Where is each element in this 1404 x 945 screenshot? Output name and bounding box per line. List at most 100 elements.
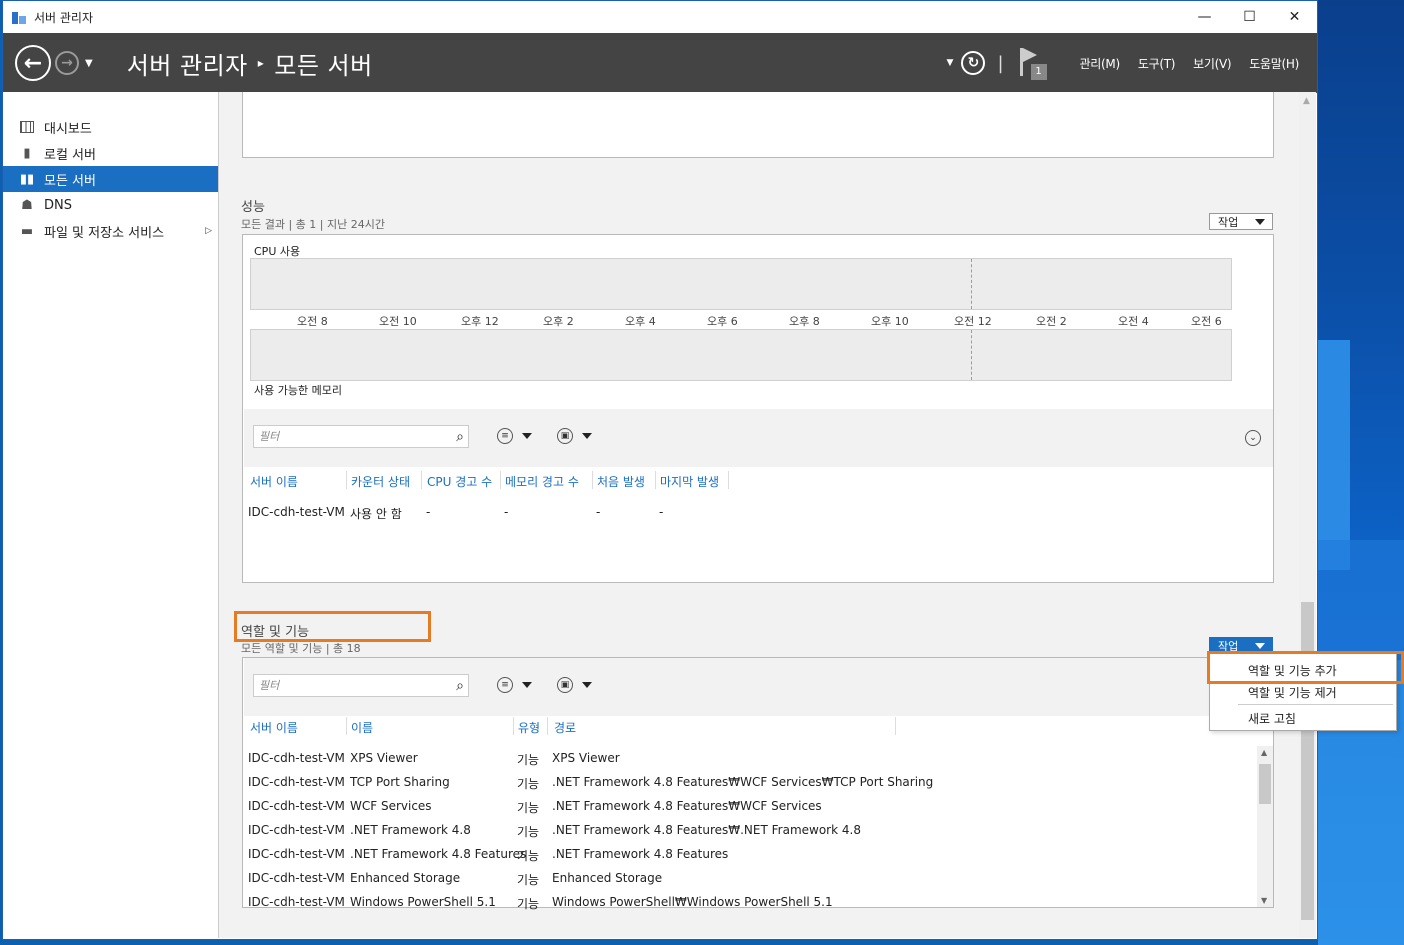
scrollbar-thumb[interactable] xyxy=(1301,602,1314,920)
sidebar-item-local-server[interactable]: ▮ 로컬 서버 xyxy=(3,140,218,166)
search-icon[interactable]: ⌕ xyxy=(456,676,464,697)
save-query-icon[interactable]: ▣ xyxy=(557,428,573,444)
cell-server: IDC-cdh-test-VM xyxy=(248,775,345,789)
list-options-icon[interactable]: ≡ xyxy=(497,677,513,693)
arrow-right-icon: → xyxy=(61,55,73,71)
save-query-icon[interactable]: ▣ xyxy=(557,677,573,693)
desktop-background xyxy=(1318,0,1404,945)
sidebar-item-dns[interactable]: ☗ DNS xyxy=(3,192,218,218)
column-header[interactable]: 서버 이름 xyxy=(250,719,298,736)
scroll-up-icon[interactable]: ▲ xyxy=(1261,748,1267,757)
cell-cpu: - xyxy=(426,505,431,519)
server-manager-app-icon xyxy=(12,10,26,24)
expand-toggle-icon[interactable]: ⌄ xyxy=(1245,430,1261,446)
maximize-button[interactable]: ☐ xyxy=(1227,1,1272,33)
column-header[interactable]: 카운터 상태 xyxy=(351,473,410,490)
cell-name: .NET Framework 4.8 Features xyxy=(350,847,527,861)
chevron-down-icon[interactable] xyxy=(582,433,592,439)
roles-filter-input[interactable]: 필터 ⌕ xyxy=(253,674,469,697)
main-scrollbar[interactable]: ▲ xyxy=(1299,92,1316,938)
menu-help[interactable]: 도움말(H) xyxy=(1249,55,1299,72)
sidebar-item-label: 파일 및 저장소 서비스 xyxy=(44,225,165,241)
cell-type: 기능 xyxy=(517,801,540,815)
performance-panel: CPU 사용 오전 8 오전 10 오후 12 오후 2 오후 4 오후 6 오… xyxy=(242,234,1274,583)
chevron-down-icon[interactable] xyxy=(582,682,592,688)
performance-tasks-button[interactable]: 작업 xyxy=(1209,213,1273,230)
sidebar-item-file-storage[interactable]: ▬ 파일 및 저장소 서비스 ▷ xyxy=(3,218,218,244)
back-button[interactable]: ← xyxy=(15,45,51,81)
menu-item-remove-roles[interactable]: 역할 및 기능 제거 xyxy=(1248,684,1337,701)
time-tick: 오전 12 xyxy=(954,315,992,328)
performance-subtitle: 모든 결과 | 총 1 | 지난 24시간 xyxy=(241,218,385,231)
scrollbar-thumb[interactable] xyxy=(1259,764,1271,804)
minimize-button[interactable]: — xyxy=(1182,1,1227,33)
header-bar: ← → ▼ 서버 관리자 ▸ 모든 서버 ▼ ↻ | 1 관리(M) 도구(T)… xyxy=(3,33,1317,93)
roles-panel: 필터 ⌕ ≡ ▣ 서버 이름 이름 유형 경로 IDC-cdh-test-VM X… xyxy=(242,657,1274,911)
history-dropdown-icon[interactable]: ▼ xyxy=(85,58,93,69)
memory-chart xyxy=(250,329,1232,381)
time-tick: 오전 6 xyxy=(1191,315,1222,328)
column-header[interactable]: 서버 이름 xyxy=(250,473,298,490)
window-title: 서버 관리자 xyxy=(34,10,94,25)
cell-first: - xyxy=(596,505,601,519)
cell-type: 기능 xyxy=(517,825,540,839)
time-axis: 오전 8 오전 10 오후 12 오후 2 오후 4 오후 6 오후 8 오후 … xyxy=(250,311,1273,328)
cpu-chart xyxy=(250,258,1232,310)
roles-subtitle: 모든 역할 및 기능 | 총 18 xyxy=(241,642,361,655)
column-header[interactable]: 마지막 발생 xyxy=(660,473,719,490)
scroll-down-icon[interactable]: ▼ xyxy=(1261,896,1267,905)
cell-server: IDC-cdh-test-VM xyxy=(248,823,345,837)
cell-path: .NET Framework 4.8 Features₩.NET Framewo… xyxy=(552,823,861,837)
cell-type: 기능 xyxy=(517,849,540,863)
time-tick: 오후 6 xyxy=(707,315,738,328)
menu-item-refresh[interactable]: 새로 고침 xyxy=(1248,710,1296,727)
chevron-down-icon[interactable] xyxy=(522,433,532,439)
time-tick: 오후 4 xyxy=(625,315,656,328)
submenu-arrow-icon: ▷ xyxy=(205,226,212,236)
menu-tools[interactable]: 도구(T) xyxy=(1138,55,1176,72)
roles-toolbar: 필터 ⌕ ≡ ▣ xyxy=(244,658,1273,716)
sidebar-item-all-servers[interactable]: ▮▮ 모든 서버 xyxy=(3,166,218,192)
chevron-down-icon[interactable] xyxy=(522,682,532,688)
column-header[interactable]: 이름 xyxy=(351,719,373,736)
cell-name: WCF Services xyxy=(350,799,432,813)
server-icon: ▮ xyxy=(23,145,31,161)
sidebar-item-label: 로컬 서버 xyxy=(44,147,96,163)
list-options-icon[interactable]: ≡ xyxy=(497,428,513,444)
refresh-button[interactable]: ↻ xyxy=(961,51,986,75)
cell-path: Enhanced Storage xyxy=(552,871,663,885)
notifications-flag-button[interactable]: 1 xyxy=(1018,46,1048,80)
column-header[interactable]: 경로 xyxy=(554,719,576,736)
cell-name: Enhanced Storage xyxy=(350,871,461,885)
roles-title-highlight xyxy=(234,611,431,642)
column-header[interactable]: 처음 발생 xyxy=(597,473,645,490)
search-icon[interactable]: ⌕ xyxy=(456,427,464,448)
forward-button[interactable]: → xyxy=(55,51,79,75)
column-header[interactable]: 메모리 경고 수 xyxy=(505,473,579,490)
roles-scrollbar[interactable]: ▲ ▼ xyxy=(1257,746,1273,907)
filter-placeholder: 필터 xyxy=(259,430,280,443)
servers-icon: ▮▮ xyxy=(19,171,35,187)
refresh-dropdown-icon[interactable]: ▼ xyxy=(947,58,954,68)
time-tick: 오후 12 xyxy=(461,315,499,328)
close-button[interactable]: ✕ xyxy=(1272,1,1317,33)
menu-manage[interactable]: 관리(M) xyxy=(1080,55,1121,72)
performance-filter-input[interactable]: 필터 ⌕ xyxy=(253,425,469,448)
time-tick: 오후 8 xyxy=(789,315,820,328)
scroll-up-icon[interactable]: ▲ xyxy=(1303,96,1310,106)
time-tick: 오후 2 xyxy=(543,315,574,328)
flag-icon xyxy=(1022,48,1037,62)
cell-path: .NET Framework 4.8 Features xyxy=(552,847,729,861)
menu-divider xyxy=(1238,704,1393,705)
breadcrumb-root[interactable]: 서버 관리자 xyxy=(127,46,248,81)
column-header[interactable]: CPU 경고 수 xyxy=(427,473,492,490)
sidebar-item-dashboard[interactable]: 대시보드 xyxy=(3,114,218,140)
breadcrumb-current: 모든 서버 xyxy=(274,51,373,80)
column-header[interactable]: 유형 xyxy=(518,719,540,736)
cell-status: 사용 안 함 xyxy=(350,507,402,521)
cell-name: TCP Port Sharing xyxy=(350,775,450,789)
cell-server: IDC-cdh-test-VM xyxy=(248,505,345,519)
cell-server: IDC-cdh-test-VM xyxy=(248,751,345,765)
dns-icon: ☗ xyxy=(21,197,33,213)
menu-view[interactable]: 보기(V) xyxy=(1193,55,1231,72)
